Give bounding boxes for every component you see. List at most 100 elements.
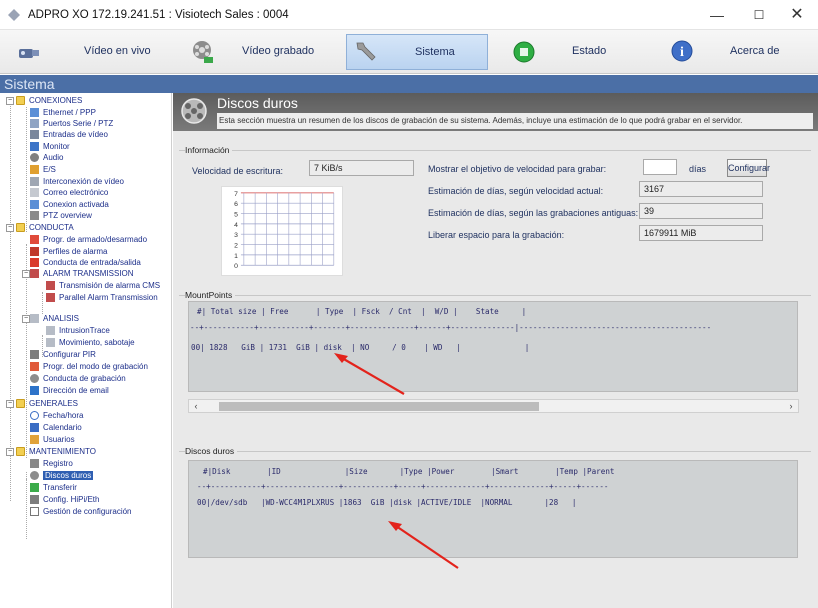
toolbar-video-grabado[interactable]: Vídeo grabado [184,34,334,70]
sidebar-item-alarm-transmission[interactable]: ALARM TRANSMISSION [30,268,134,279]
sidebar-tree: − CONEXIONES Ethernet / PPP Puertos Seri… [0,93,172,608]
sidebar-item-conexion-activada[interactable]: Conexion activada [30,199,109,210]
log-icon [30,459,39,468]
alarm-icon [30,247,39,256]
collapse-toggle[interactable]: − [22,315,30,323]
minimize-button[interactable]: — [700,4,734,26]
sidebar-item-direccion-email[interactable]: Dirección de email [30,385,109,396]
sidebar-item-fecha-hora[interactable]: Fecha/hora [30,410,83,421]
sidebar-item-analisis[interactable]: ANALISIS [30,313,79,324]
sidebar-item-conducta-grabacion[interactable]: Conducta de grabación [30,373,126,384]
toolbar-label: Vídeo grabado [242,45,315,57]
sidebar-item-intrusiontrace[interactable]: IntrusionTrace [46,325,110,336]
group-label: MountPoints [185,290,236,300]
wrench-icon [356,42,376,61]
sidebar-item-generales[interactable]: GENERALES [16,398,78,409]
pir-sensor-icon [30,350,39,359]
calendar-icon [30,362,39,371]
sidebar-item-audio[interactable]: Audio [30,152,63,163]
config-icon [30,495,39,504]
sidebar-item-conducta[interactable]: CONDUCTA [16,222,74,233]
camera-icon [30,130,39,139]
info-icon: i [671,40,693,62]
mountpoints-header-line: #| Total size | Free | Type | Fsck / Cnt… [197,307,527,316]
sidebar-item-config-hipi[interactable]: Config. HiPi/Eth [30,494,99,505]
sidebar-item-correo[interactable]: Correo electrónico [30,187,108,198]
collapse-toggle[interactable]: − [22,270,30,278]
scroll-right-icon[interactable]: › [784,400,798,412]
sidebar-item-transmision-cms[interactable]: Transmisión de alarma CMS [46,280,160,291]
mountpoints-hscroll[interactable]: ‹ › [188,399,799,413]
configure-button[interactable]: Configurar [727,159,770,177]
annotation-arrow-icon [334,353,405,395]
sidebar-item-progr-armado[interactable]: Progr. de armado/desarmado [30,234,147,245]
toolbar-label: Sistema [415,46,455,58]
sidebar-item-perfiles-alarma[interactable]: Perfiles de alarma [30,246,107,257]
network-icon [30,108,39,117]
group-label: Información [185,145,233,155]
toolbar-estado[interactable]: Estado [506,34,656,70]
header-strip [172,75,818,93]
close-button[interactable]: ✕ [780,4,814,26]
scroll-thumb[interactable] [219,402,539,411]
transmission-icon [46,281,55,290]
free-space-field: 1679911 MiB [639,225,763,241]
sidebar-item-configurar-pir[interactable]: Configurar PIR [30,349,96,360]
sidebar-item-puertos[interactable]: Puertos Serie / PTZ [30,118,113,129]
sidebar-item-gestion-config[interactable]: Gestión de configuración [30,506,132,517]
globe-icon [30,386,39,395]
transmission-icon [30,269,39,278]
page-title: Discos duros [217,95,298,111]
collapse-toggle[interactable]: − [6,97,14,105]
maximize-button[interactable]: ☐ [742,4,776,26]
magnifier-icon [30,314,39,323]
app-icon [8,9,20,21]
sidebar-item-conexiones[interactable]: CONEXIONES [16,95,82,106]
sidebar-item-parallel-alarm[interactable]: Parallel Alarm Transmission [46,292,158,303]
sidebar-item-entradas-video[interactable]: Entradas de vídeo [30,129,108,140]
monitor-icon [30,142,39,151]
free-space-label: Liberar espacio para la grabación: [428,230,565,240]
toolbar-acerca-de[interactable]: i Acerca de [664,34,814,70]
collapse-toggle[interactable]: − [6,224,14,232]
toolbar-video-en-vivo[interactable]: Vídeo en vivo [10,34,160,70]
est-current-field: 3167 [639,181,763,197]
main-panel: Discos duros Esta sección muestra un res… [173,93,818,608]
sidebar-item-conducta-entrada[interactable]: Conducta de entrada/salida [30,257,141,268]
io-icon [30,165,39,174]
sidebar-item-mantenimiento[interactable]: MANTENIMIENTO [16,446,96,457]
sidebar-item-registro[interactable]: Registro [30,458,73,469]
discos-row: 00|/dev/sdb |WD-WCC4M1PLXRUS |1863 GiB |… [197,498,577,507]
discos-header-line: #|Disk |ID |Size |Type |Power |Smart |Te… [203,467,615,476]
sidebar-item-ptz-overview[interactable]: PTZ overview [30,210,92,221]
sidebar-item-monitor[interactable]: Monitor [30,141,70,152]
sidebar-item-calendario[interactable]: Calendario [30,422,82,433]
sidebar-item-movimiento[interactable]: Movimiento, sabotaje [46,337,135,348]
days-label: días [689,164,707,174]
sidebar-item-usuarios[interactable]: Usuarios [30,434,75,445]
mountpoints-textbox[interactable]: #| Total size | Free | Type | Fsck / Cnt… [188,301,798,392]
scroll-left-icon[interactable]: ‹ [189,400,203,412]
folder-icon [16,447,25,456]
transfer-icon [30,483,39,492]
collapse-toggle[interactable]: − [6,448,14,456]
film-reel-icon [30,374,39,383]
target-label: Mostrar el objetivo de velocidad para gr… [428,164,607,174]
sidebar-item-interconexion[interactable]: Interconexión de vídeo [30,176,124,187]
sidebar-item-ethernet[interactable]: Ethernet / PPP [30,107,96,118]
sidebar-item-discos-duros[interactable]: Discos duros [30,470,94,481]
toolbar-sistema[interactable]: Sistema [346,34,488,70]
target-field[interactable] [643,159,677,175]
ptz-icon [30,211,39,220]
network-icon [30,200,39,209]
sidebar-item-progr-modo[interactable]: Progr. del modo de grabación [30,361,148,372]
main-toolbar: Vídeo en vivo Vídeo grabado Sistema Esta… [0,30,818,74]
window-titlebar: ADPRO XO 172.19.241.51 : Visiotech Sales… [0,0,818,30]
collapse-toggle[interactable]: − [6,400,14,408]
sidebar-item-transferir[interactable]: Transferir [30,482,77,493]
status-icon [513,41,535,63]
discos-textbox[interactable]: #|Disk |ID |Size |Type |Power |Smart |Te… [188,460,798,558]
sidebar-item-es[interactable]: E/S [30,164,56,175]
chart-tick-label: 5 [234,211,238,218]
calendar-icon [30,423,39,432]
